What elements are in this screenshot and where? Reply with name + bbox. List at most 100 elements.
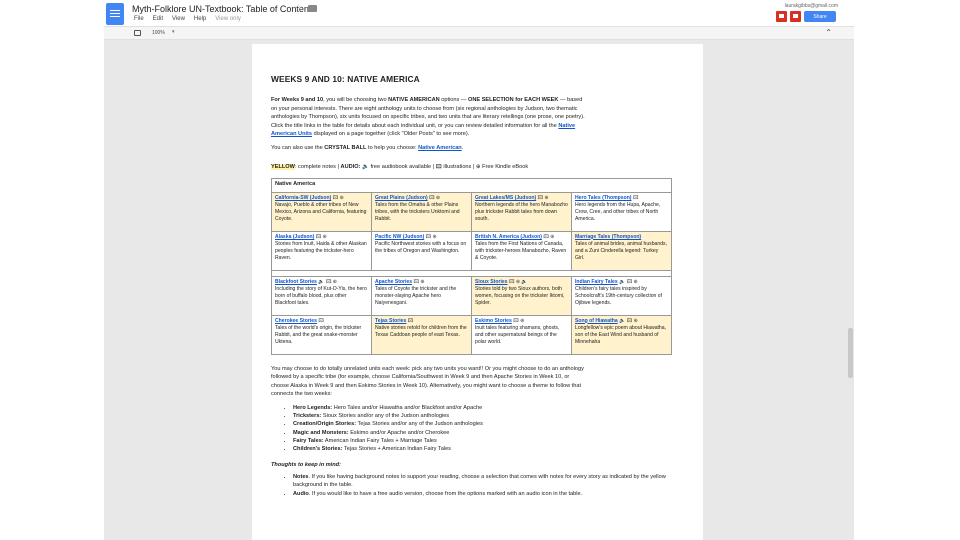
list-item: Magic and Monsters: Eskimo and/or Apache… — [293, 429, 673, 437]
crystal-ball-link[interactable]: Native American — [418, 145, 462, 151]
menu-edit[interactable]: Edit — [153, 16, 163, 22]
unit-title-link[interactable]: Marriage Tales (Thompson) — [575, 234, 641, 240]
scrollbar-thumb[interactable] — [848, 328, 853, 378]
unit-title-link[interactable]: Indian Fairy Tales — [575, 279, 618, 285]
unit-title-link[interactable]: Alaska (Judson) — [275, 234, 314, 240]
unit-description: Pacific Northwest stories with a focus o… — [375, 240, 467, 254]
collapse-menu-icon[interactable]: ⌃ — [825, 28, 832, 37]
list-item: Audio. If you would like to have a free … — [293, 490, 673, 498]
table-row: Alaska (Judson) 🖾 ⊕ Stories from Inuit, H… — [271, 230, 672, 271]
extension-icon-2[interactable] — [790, 11, 801, 22]
document-page: WEEKS 9 AND 10: NATIVE AMERICA For Weeks… — [252, 44, 703, 540]
list-item-text: Sioux Stories and/or any of the Judson a… — [321, 413, 450, 420]
unit-cell: Great Plains (Judson) 🖾 ⊕ Tales from the … — [371, 191, 472, 232]
unit-title-link[interactable]: Great Lakes/MS (Judson) — [475, 195, 536, 201]
legend-audio: AUDIO: — [340, 163, 361, 170]
menu-view[interactable]: View — [172, 16, 185, 22]
unit-title-link[interactable]: Cherokee Stories — [275, 318, 317, 324]
title-bar: Myth-Folklore UN-Textbook: Table of Cont… — [104, 0, 854, 26]
crystal-text-1: You can also use the — [271, 144, 325, 151]
docs-logo-icon[interactable] — [106, 3, 124, 25]
unit-cell: Hero Tales (Thompson) 🖾 Hero legends from… — [571, 191, 672, 232]
unit-title-link[interactable]: Pacific NW (Judson) — [375, 234, 424, 240]
unit-feature-icons: 🖾 ⊕ — [425, 233, 437, 240]
unit-title-link[interactable]: Eskimo Stories — [475, 318, 512, 324]
unit-cell: Pacific NW (Judson) 🖾 ⊕ Pacific Northwest… — [371, 230, 472, 271]
list-item-text: Tejas Stories and/or any of the Judson a… — [356, 421, 483, 428]
list-item: Notes. If you like having background not… — [293, 473, 673, 489]
list-item: Creation/Origin Stories: Tejas Stories a… — [293, 420, 673, 428]
list-item-text: Hero Tales and/or Hiawatha and/or Blackf… — [332, 404, 483, 411]
intro-paragraph: For Weeks 9 and 10, you will be choosing… — [271, 96, 586, 139]
table-header-label: Native America — [275, 180, 316, 187]
document-title[interactable]: Myth-Folklore UN-Textbook: Table of Cont… — [132, 4, 316, 14]
menu-bar: File Edit View Help View only — [134, 16, 241, 22]
thoughts-heading: Thoughts to keep in mind: — [271, 462, 341, 469]
unit-feature-icons: 🔈 🖾 ⊕ — [619, 278, 638, 285]
legend-yellow: YELLOW — [271, 163, 295, 170]
themes-list: Hero Legends: Hero Tales and/or Hiawatha… — [293, 404, 673, 453]
unit-title-link[interactable]: Great Plains (Judson) — [375, 195, 428, 201]
list-item-label: Notes — [293, 474, 309, 481]
intro-bold-native: NATIVE AMERICAN — [388, 97, 440, 103]
share-button[interactable]: Share — [804, 11, 836, 22]
unit-cell: Eskimo Stories 🖾 ⊕ Inuit tales featuring … — [471, 314, 572, 355]
unit-title-link[interactable]: Apache Stories — [375, 279, 412, 285]
table-row: Blackfoot Stories 🔈 🖾 ⊕ Including the sto… — [271, 275, 672, 316]
unit-description: Hero legends from the Hupa, Apache, Crow… — [575, 201, 661, 223]
unit-description: Tales of the world's origin, the trickst… — [275, 324, 362, 346]
unit-feature-icons: 🖾 ⊕ 🔈 — [508, 278, 528, 285]
menu-help[interactable]: Help — [194, 16, 206, 22]
intro-bold-weeks: For Weeks 9 and 10 — [271, 97, 324, 103]
zoom-select[interactable]: 100% — [152, 30, 165, 36]
table-header: Native America — [271, 177, 672, 193]
unit-description: Including the story of Kut-O-Yis, the he… — [275, 285, 367, 307]
list-item-text: Eskimo and/or Apache and/or Cherokee — [348, 429, 450, 436]
unit-description: Tales from the Omaha & other Plains trib… — [375, 201, 460, 223]
list-item-text: . If you like having background notes to… — [293, 474, 666, 489]
extension-icon[interactable] — [776, 11, 787, 22]
list-item-label: Children's Stories: — [293, 445, 343, 452]
crystal-text-2: to help you choose: — [366, 144, 419, 151]
crystal-ball-paragraph: You can also use the CRYSTAL BALL to hel… — [271, 144, 586, 153]
unit-feature-icons: 🖾 ⊕ — [413, 278, 425, 285]
unit-title-link[interactable]: Blackfoot Stories — [275, 279, 317, 285]
list-item-label: Creation/Origin Stories: — [293, 421, 357, 428]
unit-description: Inuit tales featuring shamans, ghosts, a… — [475, 324, 560, 346]
list-item-text: American Indian Fairy Tales + Marriage T… — [323, 437, 437, 444]
folder-icon[interactable] — [308, 5, 317, 12]
list-item: Tricksters: Sioux Stories and/or any of … — [293, 412, 673, 420]
crystal-ball-label: CRYSTAL BALL — [324, 144, 367, 151]
list-item: Fairy Tales: American Indian Fairy Tales… — [293, 437, 673, 445]
unit-feature-icons: 🖾 ⊕ — [315, 233, 327, 240]
unit-cell: Cherokee Stories 🖾 Tales of the world's o… — [271, 314, 372, 355]
unit-description: Stories from Inuit, Haida & other Alaska… — [275, 240, 367, 262]
unit-feature-icons: 🖾 ⊕ — [537, 194, 549, 201]
print-icon[interactable] — [134, 30, 141, 36]
star-icon[interactable]: ☆ — [294, 3, 303, 14]
unit-title-link[interactable]: Hero Tales (Thompson) — [575, 195, 632, 201]
unit-cell: Song of Hiawatha 🔈 🖾 ⊕ Longfellow's epic … — [571, 314, 672, 355]
choice-paragraph: You may choose to do totally unrelated u… — [271, 365, 584, 398]
list-item-label: Hero Legends: — [293, 404, 333, 411]
units-table: Native America California-SW (Judson) 🖾 … — [271, 177, 672, 355]
menu-file[interactable]: File — [134, 16, 144, 22]
unit-title-link[interactable]: California-SW (Judson) — [275, 195, 331, 201]
unit-feature-icons: 🔈 🖾 ⊕ — [318, 278, 337, 285]
legend: YELLOW: complete notes | AUDIO: 🔈 free a… — [271, 162, 673, 172]
unit-description: Tales from the First Nations of Canada, … — [475, 240, 567, 262]
unit-title-link[interactable]: Song of Hiawatha — [575, 318, 618, 324]
unit-title-link[interactable]: British N. America (Judson) — [475, 234, 542, 240]
view-only-label: View only — [215, 16, 241, 22]
list-item-label: Magic and Monsters: — [293, 429, 349, 436]
intro-text-2: options — — [439, 97, 469, 103]
unit-feature-icons: 🖾 ⊕ — [332, 194, 344, 201]
unit-title-link[interactable]: Sioux Stories — [475, 279, 508, 285]
intro-text-1: , you will be choosing two — [323, 97, 389, 103]
section-heading: WEEKS 9 AND 10: NATIVE AMERICA — [271, 74, 420, 84]
unit-title-link[interactable]: Tejas Stories — [375, 318, 406, 324]
user-account[interactable]: laurakgibbs@gmail.com — [785, 3, 838, 9]
unit-feature-icons: 🖾 — [407, 317, 414, 324]
chevron-down-icon[interactable]: ▾ — [172, 29, 175, 35]
unit-cell: Tejas Stories 🖾 Native stories retold for… — [371, 314, 472, 355]
